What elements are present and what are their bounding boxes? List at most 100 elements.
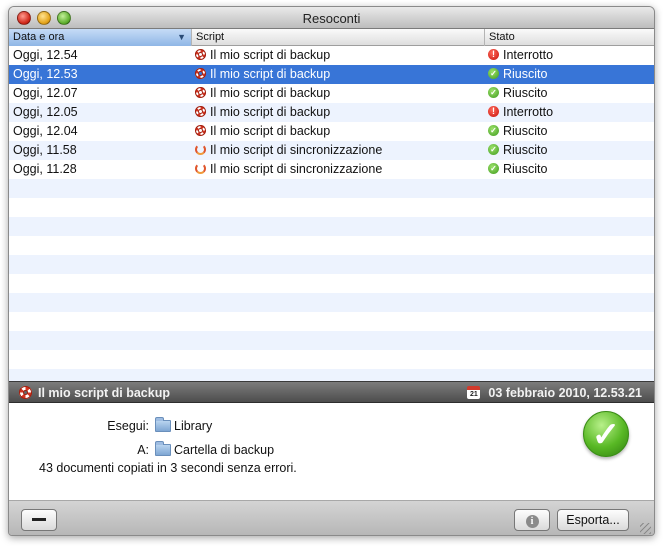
resize-grip-icon[interactable] (640, 523, 651, 534)
table-row[interactable]: Oggi, 12.54 Il mio script di backup! Inter… (9, 46, 654, 65)
status-cell: ✓ Riuscito (488, 122, 547, 141)
detail-title: Il mio script di backup (19, 382, 170, 404)
status-text: Riuscito (503, 162, 548, 176)
lifebuoy-icon (195, 106, 206, 118)
column-header-date[interactable]: Data e ora ▼ (9, 29, 192, 46)
column-header-label: Script (196, 31, 225, 43)
date-cell: Oggi, 11.28 (13, 162, 77, 176)
date-cell: Oggi, 12.54 (13, 48, 78, 62)
sync-icon (195, 163, 206, 175)
success-icon: ✓ (488, 163, 499, 175)
success-icon: ✓ (488, 125, 499, 137)
success-checkmark-icon: ✓ (583, 411, 629, 457)
empty-row (9, 350, 654, 369)
target-label: A: (137, 443, 149, 457)
bottom-toolbar: i Esporta... (9, 501, 654, 535)
sort-descending-icon: ▼ (177, 32, 186, 42)
status-cell: ✓ Riuscito (488, 141, 547, 160)
info-button[interactable]: i (514, 509, 550, 531)
reports-window: Resoconti Data e ora ▼ Script Stato Oggi… (8, 6, 655, 536)
script-name: Il mio script di backup (210, 86, 331, 100)
status-cell: ✓ Riuscito (488, 160, 547, 179)
error-icon: ! (488, 106, 499, 118)
script-cell: Il mio script di backup (195, 103, 330, 122)
export-button[interactable]: Esporta... (557, 509, 629, 531)
lifebuoy-icon (19, 386, 32, 400)
target-folder-name: Cartella di backup (174, 443, 275, 457)
remove-report-button[interactable] (21, 509, 57, 531)
empty-row (9, 179, 654, 198)
status-cell: ✓ Riuscito (488, 65, 547, 84)
success-icon: ✓ (488, 144, 499, 156)
table-row[interactable]: Oggi, 11.58 Il mio script di sincronizzaz… (9, 141, 654, 160)
empty-row (9, 198, 654, 217)
calendar-icon: 21 (467, 386, 481, 400)
detail-panel: Esegui: Library A: Cartella di backup 43… (9, 403, 654, 501)
script-name: Il mio script di backup (210, 105, 331, 119)
script-cell: Il mio script di backup (195, 84, 330, 103)
status-text: Interrotto (503, 48, 554, 62)
table-row[interactable]: Oggi, 12.53 Il mio script di backup ✓ Riusc… (9, 65, 654, 84)
table-row[interactable]: Oggi, 12.07 Il mio script di backup ✓ Riusc… (9, 84, 654, 103)
column-header-script[interactable]: Script (192, 29, 485, 46)
detail-date-text: 03 febbraio 2010, 12.53.21 (488, 386, 642, 400)
lifebuoy-icon (195, 125, 206, 137)
column-header-status[interactable]: Stato (485, 29, 654, 46)
script-cell: Il mio script di backup (195, 122, 330, 141)
folder-icon (155, 416, 171, 432)
date-cell: Oggi, 12.53 (13, 67, 78, 81)
title-bar: Resoconti (9, 7, 654, 29)
column-header-label: Stato (489, 31, 515, 43)
detail-title-text: Il mio script di backup (38, 386, 170, 400)
info-icon: i (525, 515, 539, 528)
error-icon: ! (488, 49, 499, 61)
detail-date: 21 03 febbraio 2010, 12.53.21 (467, 382, 642, 404)
empty-row (9, 331, 654, 350)
empty-row (9, 293, 654, 312)
source-label: Esegui: (107, 419, 149, 433)
status-text: Interrotto (503, 105, 554, 119)
status-cell: ! Interrotto (488, 103, 553, 122)
source-value: Library (155, 416, 213, 433)
status-cell: ! Interrotto (488, 46, 553, 65)
empty-row (9, 369, 654, 381)
table-row[interactable]: Oggi, 11.28 Il mio script di sincronizzaz… (9, 160, 654, 179)
result-summary: 43 documenti copiati in 3 secondi senza … (39, 461, 297, 475)
minus-icon (32, 518, 46, 522)
table-row[interactable]: Oggi, 12.05 Il mio script di backup! Inter… (9, 103, 654, 122)
empty-row (9, 255, 654, 274)
status-text: Riuscito (503, 143, 548, 157)
script-name: Il mio script di backup (210, 67, 331, 81)
status-text: Riuscito (503, 86, 548, 100)
detail-header-bar: Il mio script di backup 21 03 febbraio 20… (9, 381, 654, 403)
script-cell: Il mio script di sincronizzazione (195, 160, 382, 179)
empty-row (9, 312, 654, 331)
table-row[interactable]: Oggi, 12.04 Il mio script di backup ✓ Riusc… (9, 122, 654, 141)
source-folder-name: Library (174, 419, 213, 433)
success-icon: ✓ (488, 87, 499, 99)
date-cell: Oggi, 12.04 (13, 124, 78, 138)
table-body: Oggi, 12.54 Il mio script di backup! Inter… (9, 46, 654, 381)
reports-table: Data e ora ▼ Script Stato Oggi, 12.54 Il … (9, 29, 654, 381)
lifebuoy-icon (195, 68, 206, 80)
script-name: Il mio script di sincronizzazione (210, 143, 383, 157)
window-title: Resoconti (302, 11, 361, 26)
date-cell: Oggi, 11.58 (13, 143, 77, 157)
empty-row (9, 217, 654, 236)
lifebuoy-icon (195, 87, 206, 99)
date-cell: Oggi, 12.05 (13, 105, 78, 119)
script-name: Il mio script di backup (210, 48, 331, 62)
script-name: Il mio script di backup (210, 124, 331, 138)
folder-icon (155, 440, 171, 456)
column-header-label: Data e ora (13, 31, 65, 43)
empty-row (9, 274, 654, 293)
target-value: Cartella di backup (155, 440, 275, 457)
script-cell: Il mio script di backup (195, 46, 330, 65)
success-icon: ✓ (488, 68, 499, 80)
script-cell: Il mio script di backup (195, 65, 330, 84)
status-cell: ✓ Riuscito (488, 84, 547, 103)
script-name: Il mio script di sincronizzazione (210, 162, 383, 176)
status-text: Riuscito (503, 67, 548, 81)
empty-row (9, 236, 654, 255)
sync-icon (195, 144, 206, 156)
